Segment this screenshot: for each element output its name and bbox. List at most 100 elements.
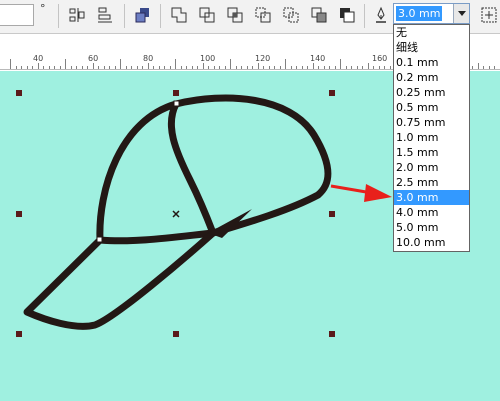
selection-handle (16, 331, 22, 337)
ruler-tick (15, 66, 17, 69)
ruler-label: 140 (310, 54, 326, 63)
ruler-tick (59, 66, 61, 69)
ruler-tick (384, 66, 385, 69)
pen-outline-icon[interactable] (372, 6, 390, 24)
ruler-tick (367, 63, 369, 69)
dropdown-option[interactable]: 1.5 mm (394, 145, 469, 160)
selection-handle (329, 331, 335, 337)
dropdown-option[interactable]: 3.0 mm (394, 190, 469, 205)
ruler-tick (153, 66, 154, 69)
toolbar-separator (124, 4, 125, 28)
ruler-tick (488, 66, 490, 69)
ruler-tick (65, 59, 66, 69)
ruler-tick (279, 66, 281, 69)
ruler-tick (274, 66, 275, 69)
ruler-tick (472, 66, 473, 69)
selection-handle (16, 90, 22, 96)
dropdown-option[interactable]: 0.25 mm (394, 85, 469, 100)
ruler-tick (257, 63, 259, 69)
center-x-icon (172, 210, 180, 218)
front-minus-back-icon[interactable] (282, 6, 300, 24)
ruler-tick (301, 66, 303, 69)
ruler-tick (340, 59, 341, 69)
ruler-label: 40 (33, 54, 44, 63)
ruler-tick (98, 66, 99, 69)
dropdown-option[interactable]: 2.5 mm (394, 175, 469, 190)
dropdown-option[interactable]: 5.0 mm (394, 220, 469, 235)
create-boundary-icon[interactable] (338, 6, 356, 24)
dropdown-option[interactable]: 2.0 mm (394, 160, 469, 175)
outline-width-value: 3.0 mm (396, 6, 443, 21)
selection-handle (329, 211, 335, 217)
rotation-angle-field[interactable] (0, 4, 34, 26)
ruler-tick (147, 63, 149, 69)
ruler-tick (312, 63, 314, 69)
intersect-icon[interactable] (226, 6, 244, 24)
align-distribute-icon[interactable] (68, 6, 86, 24)
ruler-tick (290, 66, 292, 69)
dropdown-option[interactable]: 无 (394, 25, 469, 40)
align-icon[interactable] (96, 6, 114, 24)
dropdown-option[interactable]: 细线 (394, 40, 469, 55)
ruler-tick (483, 66, 484, 69)
ruler-tick (389, 66, 391, 69)
node-marker (173, 100, 180, 107)
ruler-tick (191, 66, 193, 69)
ruler-tick (208, 66, 209, 69)
ruler-tick (81, 66, 83, 69)
ruler-tick (345, 66, 347, 69)
trim-icon[interactable] (198, 6, 216, 24)
outline-width-select[interactable]: 3.0 mm (393, 3, 470, 24)
dropdown-option[interactable]: 1.0 mm (394, 130, 469, 145)
ruler-tick (169, 66, 171, 69)
ruler-tick (87, 66, 88, 69)
ruler-tick (329, 66, 330, 69)
ruler-tick (32, 66, 33, 69)
dropdown-option[interactable]: 0.1 mm (394, 55, 469, 70)
selection-handle (173, 331, 179, 337)
weld-icon[interactable] (170, 6, 188, 24)
ruler-tick (76, 66, 77, 69)
ruler-label: 100 (200, 54, 216, 63)
options-icon[interactable] (480, 6, 498, 24)
ruler-tick (54, 66, 55, 69)
ruler-label: 60 (88, 54, 99, 63)
ruler-tick (197, 66, 198, 69)
ruler-tick (356, 66, 358, 69)
ruler-tick (373, 66, 374, 69)
ruler-tick (175, 59, 176, 69)
selection-handle (16, 211, 22, 217)
ruler-tick (246, 66, 248, 69)
dropdown-option[interactable]: 0.5 mm (394, 100, 469, 115)
degree-label: ° (40, 2, 46, 15)
ruler-tick (180, 66, 182, 69)
ruler-tick (252, 66, 253, 69)
ruler-tick (235, 66, 237, 69)
chevron-down-icon[interactable] (453, 4, 469, 23)
toolbar-separator (364, 4, 365, 28)
toolbar-separator (160, 4, 161, 28)
dropdown-option[interactable]: 0.2 mm (394, 70, 469, 85)
order-icon[interactable] (134, 6, 152, 24)
dropdown-option[interactable]: 0.75 mm (394, 115, 469, 130)
selection-handle (329, 90, 335, 96)
ruler-tick (125, 66, 127, 69)
back-minus-front-icon[interactable] (310, 6, 328, 24)
selection-handle (173, 90, 179, 96)
toolbar-separator (58, 4, 59, 28)
ruler-tick (230, 59, 231, 69)
ruler-tick (114, 66, 116, 69)
ruler-tick (186, 66, 187, 69)
ruler-tick (131, 66, 132, 69)
simplify-icon[interactable] (254, 6, 272, 24)
red-arrow-icon (330, 184, 392, 202)
dropdown-option[interactable]: 10.0 mm (394, 235, 469, 250)
dropdown-option[interactable]: 4.0 mm (394, 205, 469, 220)
ruler-tick (219, 66, 220, 69)
ruler-tick (120, 59, 121, 69)
ruler-tick (285, 59, 286, 69)
ruler-tick (296, 66, 297, 69)
ruler-tick (26, 66, 28, 69)
outline-width-dropdown[interactable]: 无细线 0.1 mm 0.2 mm 0.25 mm 0.5 mm 0.75 mm 1.0 m… (393, 24, 470, 252)
ruler-label: 80 (143, 54, 154, 63)
